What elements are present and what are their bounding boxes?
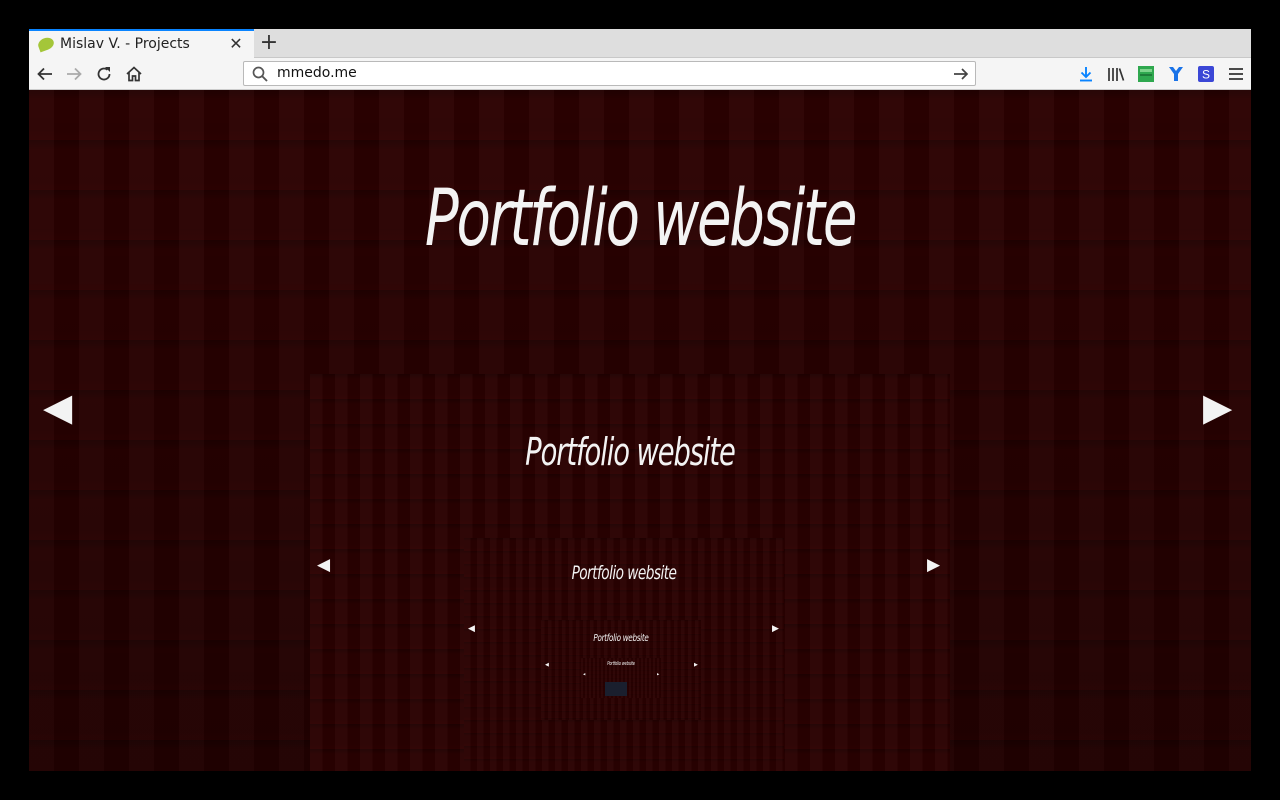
- nested-next-arrow-icon-level3: ▶: [694, 662, 698, 668]
- download-icon: [1080, 67, 1092, 82]
- leaf-favicon-icon: [36, 35, 56, 53]
- nested-preview-frame-level4: Portfolio website ◀ ▶: [581, 658, 661, 698]
- nested-prev-arrow-icon-level4: ◀: [583, 672, 586, 676]
- nested-preview-title-level3: Portfolio website: [593, 633, 649, 644]
- close-tab-icon[interactable]: ✕: [227, 35, 245, 53]
- menu-button[interactable]: [1225, 63, 1247, 85]
- new-tab-button[interactable]: +: [258, 31, 280, 55]
- downloads-button[interactable]: [1075, 63, 1097, 85]
- url-text[interactable]: mmedo.me: [277, 65, 357, 81]
- nested-next-arrow-icon: ▶: [772, 624, 779, 634]
- library-button[interactable]: [1105, 63, 1127, 85]
- preview-prev-arrow-icon: ◀: [317, 555, 331, 575]
- reload-button[interactable]: [92, 62, 116, 86]
- tab-title: Mislav V. - Projects: [60, 36, 190, 52]
- reload-icon: [97, 67, 111, 81]
- nested-preview-title: Portfolio website: [571, 562, 677, 584]
- page-title: Portfolio website: [424, 174, 858, 264]
- blue-extension-icon: [1169, 67, 1183, 81]
- project-preview-frame[interactable]: Portfolio website ◀ ▶ Portfolio website …: [310, 374, 950, 771]
- tab-projects[interactable]: Mislav V. - Projects ✕: [29, 29, 254, 58]
- go-arrow-icon[interactable]: [951, 64, 971, 84]
- library-icon: [1108, 68, 1125, 81]
- nested-prev-arrow-icon-level3: ◀: [545, 662, 549, 668]
- green-extension-button[interactable]: [1135, 63, 1157, 85]
- green-extension-icon: [1138, 66, 1154, 82]
- next-project-arrow-icon[interactable]: ▶: [1203, 388, 1232, 426]
- page-content: Portfolio website ◀ ▶ Portfolio website …: [29, 90, 1251, 771]
- browser-window: Mislav V. - Projects ✕ + mmedo.me S Port…: [29, 29, 1251, 771]
- preview-next-arrow-icon: ▶: [927, 555, 941, 575]
- preview-title: Portfolio website: [525, 430, 736, 474]
- tab-strip: Mislav V. - Projects ✕ +: [29, 29, 1251, 58]
- nested-preview-thumbnail: [605, 682, 627, 696]
- home-icon: [126, 66, 142, 82]
- hamburger-menu-icon: [1229, 68, 1243, 80]
- prev-project-arrow-icon[interactable]: ◀: [43, 388, 72, 426]
- forward-arrow-icon: [67, 67, 82, 81]
- s-extension-icon: S: [1198, 66, 1214, 82]
- url-bar[interactable]: mmedo.me: [243, 61, 976, 86]
- search-icon: [252, 66, 268, 82]
- back-button[interactable]: [33, 62, 57, 86]
- s-extension-button[interactable]: S: [1195, 63, 1217, 85]
- forward-button[interactable]: [62, 62, 86, 86]
- back-arrow-icon: [37, 67, 52, 81]
- blue-extension-button[interactable]: [1165, 63, 1187, 85]
- nested-prev-arrow-icon: ◀: [468, 624, 475, 634]
- svg-text:S: S: [1202, 68, 1210, 82]
- nested-preview-frame: Portfolio website ◀ ▶ Portfolio website …: [464, 538, 784, 771]
- nested-preview-title-level4: Portfolio website: [607, 661, 635, 667]
- home-button[interactable]: [122, 62, 146, 86]
- navigation-toolbar: mmedo.me S: [29, 58, 1251, 90]
- nested-preview-frame-level3: Portfolio website ◀ ▶ Portfolio website …: [541, 620, 701, 720]
- nested-next-arrow-icon-level4: ▶: [657, 672, 660, 676]
